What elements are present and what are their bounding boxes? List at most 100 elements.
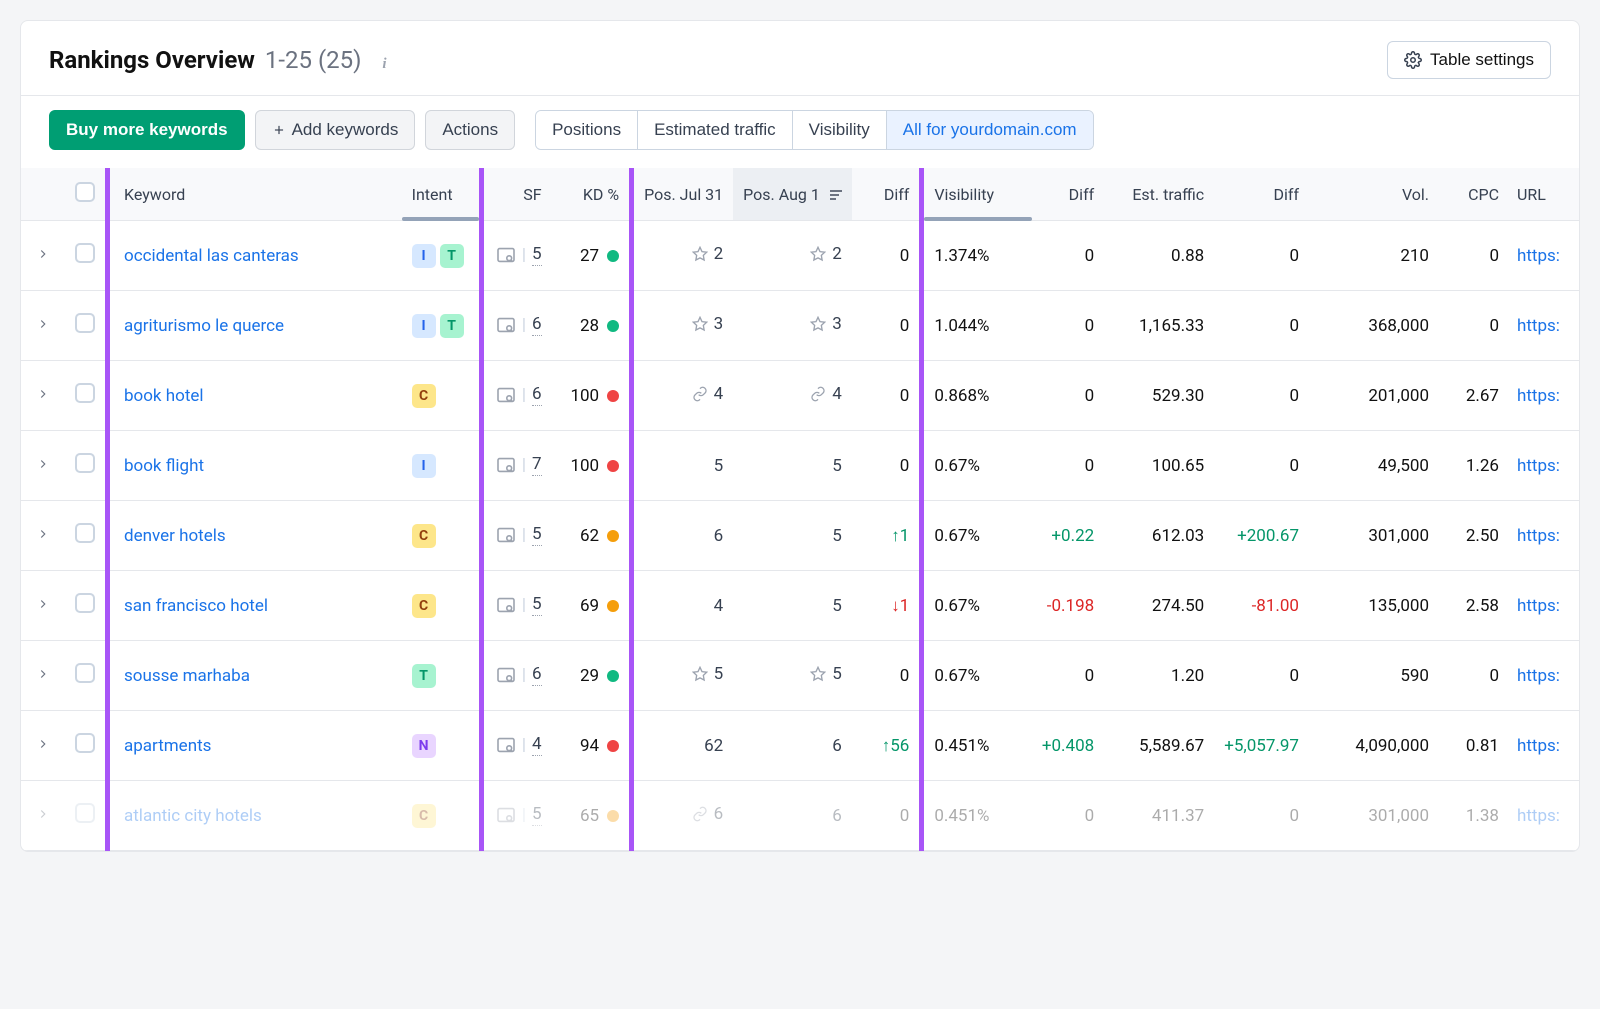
pos-aug1: 5 bbox=[832, 596, 842, 616]
keyword-link[interactable]: occidental las canteras bbox=[124, 246, 299, 266]
traffic-value: 1,165.33 bbox=[1104, 291, 1214, 361]
expand-toggle[interactable] bbox=[21, 641, 65, 711]
col-pos1[interactable]: Pos. Jul 31 bbox=[632, 168, 734, 221]
expand-toggle[interactable] bbox=[21, 221, 65, 291]
pos-aug1: 3 bbox=[810, 314, 842, 334]
pos-aug1: 2 bbox=[810, 244, 842, 264]
row-checkbox[interactable] bbox=[75, 383, 95, 403]
traffic-value: 274.50 bbox=[1104, 571, 1214, 641]
pos-aug1: 5 bbox=[832, 526, 842, 546]
col-visibility[interactable]: Visibility bbox=[922, 168, 1032, 221]
row-checkbox[interactable] bbox=[75, 733, 95, 753]
pos-jul31: 62 bbox=[704, 736, 723, 756]
url-link[interactable]: https: bbox=[1517, 246, 1560, 266]
visibility-diff: -0.198 bbox=[1047, 596, 1094, 616]
keyword-link[interactable]: book hotel bbox=[124, 386, 204, 406]
keyword-link[interactable]: agriturismo le querce bbox=[124, 316, 284, 336]
col-pos-diff[interactable]: Diff bbox=[852, 168, 922, 221]
keyword-link[interactable]: atlantic city hotels bbox=[124, 806, 262, 826]
col-kd[interactable]: KD % bbox=[552, 168, 632, 221]
row-checkbox[interactable] bbox=[75, 803, 95, 823]
pos-aug1: 4 bbox=[810, 384, 842, 404]
row-checkbox[interactable] bbox=[75, 313, 95, 333]
keyword-link[interactable]: book flight bbox=[124, 456, 204, 476]
actions-button[interactable]: Actions bbox=[425, 110, 515, 150]
seg-all-for-yourdomain-com[interactable]: All for yourdomain.com bbox=[887, 111, 1093, 149]
volume-value: 301,000 bbox=[1309, 501, 1439, 571]
serp-features[interactable]: |6 bbox=[496, 384, 542, 406]
expand-toggle[interactable] bbox=[21, 781, 65, 851]
seg-visibility[interactable]: Visibility bbox=[793, 111, 887, 149]
select-all-checkbox[interactable] bbox=[75, 182, 95, 202]
intent-badges: T bbox=[412, 664, 436, 688]
url-link[interactable]: https: bbox=[1517, 806, 1560, 826]
cpc-value: 0 bbox=[1439, 221, 1509, 291]
buy-keywords-button[interactable]: Buy more keywords bbox=[49, 110, 245, 150]
row-checkbox[interactable] bbox=[75, 663, 95, 683]
url-link[interactable]: https: bbox=[1517, 456, 1560, 476]
keyword-link[interactable]: apartments bbox=[124, 736, 211, 756]
table-row: san francisco hotelC|56945↓10.67%-0.1982… bbox=[21, 571, 1579, 641]
serp-features[interactable]: |5 bbox=[496, 594, 542, 616]
row-checkbox[interactable] bbox=[75, 593, 95, 613]
table-settings-button[interactable]: Table settings bbox=[1387, 41, 1551, 79]
serp-features[interactable]: |6 bbox=[496, 314, 542, 336]
toolbar: Buy more keywords Add keywords Actions P… bbox=[21, 96, 1579, 168]
intent-badges: C bbox=[412, 804, 436, 828]
kd-dot-icon bbox=[607, 670, 619, 682]
intent-badge-n: N bbox=[412, 734, 436, 758]
add-keywords-button[interactable]: Add keywords bbox=[255, 110, 416, 150]
pos-jul31: 4 bbox=[692, 384, 724, 404]
serp-features[interactable]: |5 bbox=[496, 244, 542, 266]
expand-toggle[interactable] bbox=[21, 291, 65, 361]
col-vis-diff[interactable]: Diff bbox=[1032, 168, 1104, 221]
col-cpc[interactable]: CPC bbox=[1439, 168, 1509, 221]
visibility-value: 1.374% bbox=[922, 221, 1032, 291]
intent-badge-t: T bbox=[440, 244, 464, 268]
col-intent[interactable]: Intent bbox=[402, 168, 482, 221]
serp-features[interactable]: |4 bbox=[496, 734, 542, 756]
url-link[interactable]: https: bbox=[1517, 386, 1560, 406]
url-link[interactable]: https: bbox=[1517, 736, 1560, 756]
page-range: 1-25 (25) bbox=[265, 46, 362, 74]
url-link[interactable]: https: bbox=[1517, 526, 1560, 546]
cpc-value: 0 bbox=[1439, 641, 1509, 711]
rankings-table: Keyword Intent SF KD % Pos. Jul 31 Pos. … bbox=[21, 168, 1579, 851]
intent-badges: IT bbox=[412, 314, 464, 338]
seg-positions[interactable]: Positions bbox=[536, 111, 638, 149]
table-row: denver hotelsC|56265↑10.67%+0.22612.03+2… bbox=[21, 501, 1579, 571]
url-link[interactable]: https: bbox=[1517, 596, 1560, 616]
serp-features[interactable]: |5 bbox=[496, 524, 542, 546]
expand-toggle[interactable] bbox=[21, 501, 65, 571]
col-vol[interactable]: Vol. bbox=[1309, 168, 1439, 221]
url-link[interactable]: https: bbox=[1517, 666, 1560, 686]
expand-toggle[interactable] bbox=[21, 571, 65, 641]
expand-toggle[interactable] bbox=[21, 431, 65, 501]
col-traffic[interactable]: Est. traffic bbox=[1104, 168, 1214, 221]
col-traffic-diff[interactable]: Diff bbox=[1214, 168, 1309, 221]
seg-estimated-traffic[interactable]: Estimated traffic bbox=[638, 111, 793, 149]
traffic-diff: 0 bbox=[1289, 666, 1299, 686]
keyword-link[interactable]: sousse marhaba bbox=[124, 666, 250, 686]
col-sf[interactable]: SF bbox=[482, 168, 552, 221]
row-checkbox[interactable] bbox=[75, 523, 95, 543]
info-icon[interactable]: i bbox=[376, 56, 394, 74]
col-url[interactable]: URL bbox=[1509, 168, 1579, 221]
traffic-value: 0.88 bbox=[1104, 221, 1214, 291]
intent-badges: IT bbox=[412, 244, 464, 268]
row-checkbox[interactable] bbox=[75, 243, 95, 263]
serp-features[interactable]: |7 bbox=[496, 454, 542, 476]
col-keyword[interactable]: Keyword bbox=[108, 168, 402, 221]
expand-toggle[interactable] bbox=[21, 711, 65, 781]
url-link[interactable]: https: bbox=[1517, 316, 1560, 336]
row-checkbox[interactable] bbox=[75, 453, 95, 473]
keyword-link[interactable]: san francisco hotel bbox=[124, 596, 268, 616]
pos-jul31: 5 bbox=[692, 664, 724, 684]
col-pos2[interactable]: Pos. Aug 1 bbox=[733, 168, 852, 221]
serp-features[interactable]: |5 bbox=[496, 804, 542, 826]
keyword-link[interactable]: denver hotels bbox=[124, 526, 226, 546]
serp-features[interactable]: |6 bbox=[496, 664, 542, 686]
traffic-value: 612.03 bbox=[1104, 501, 1214, 571]
expand-toggle[interactable] bbox=[21, 361, 65, 431]
kd-value: 94 bbox=[580, 736, 619, 756]
